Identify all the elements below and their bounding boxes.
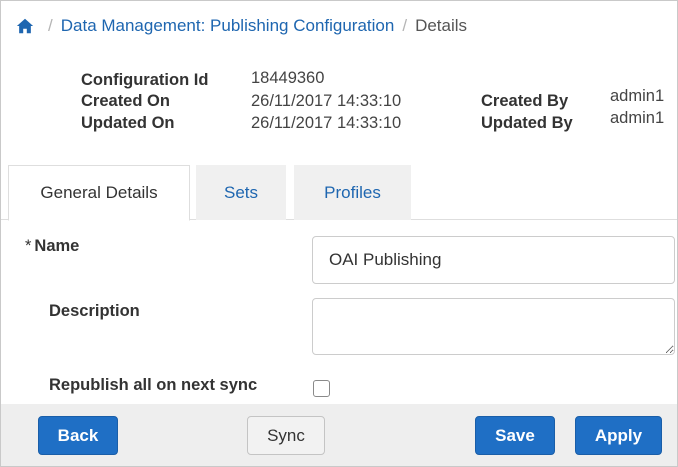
sync-button[interactable]: Sync — [247, 416, 325, 455]
created-by-label: Created By — [481, 92, 569, 110]
description-textarea[interactable] — [312, 298, 675, 355]
name-label: * Name — [25, 237, 79, 256]
republish-label: Republish all on next sync — [49, 376, 258, 394]
breadcrumb-current: Details — [415, 16, 468, 35]
breadcrumb-separator: / — [402, 16, 408, 35]
updated-by-value: admin1 — [610, 109, 665, 127]
name-input[interactable] — [312, 236, 675, 284]
updated-by-label: Updated By — [481, 114, 573, 132]
created-by-value: admin1 — [610, 87, 665, 105]
republish-checkbox[interactable] — [313, 380, 330, 397]
breadcrumb-parent-link[interactable]: Data Management: Publishing Configuratio… — [61, 16, 395, 36]
save-button[interactable]: Save — [475, 416, 555, 455]
back-button[interactable]: Back — [38, 416, 118, 455]
breadcrumb-separator: / — [48, 16, 53, 35]
tab-profiles[interactable]: Profiles — [294, 165, 411, 220]
updated-on-label: Updated On — [81, 114, 175, 132]
required-mark: * — [25, 237, 32, 255]
created-on-value: 26/11/2017 14:33:10 — [251, 92, 402, 110]
home-icon[interactable] — [16, 17, 34, 35]
tab-sets[interactable]: Sets — [196, 165, 286, 220]
config-id-label: Configuration Id — [81, 71, 209, 89]
updated-on-value: 26/11/2017 14:33:10 — [251, 114, 402, 132]
created-on-label: Created On — [81, 92, 170, 110]
config-id-value: 18449360 — [251, 69, 325, 87]
name-label-text: Name — [34, 237, 80, 255]
description-label: Description — [49, 302, 140, 320]
tab-general-details[interactable]: General Details — [8, 165, 190, 221]
apply-button[interactable]: Apply — [575, 416, 662, 455]
breadcrumb: / Data Management: Publishing Configurat… — [16, 14, 467, 38]
